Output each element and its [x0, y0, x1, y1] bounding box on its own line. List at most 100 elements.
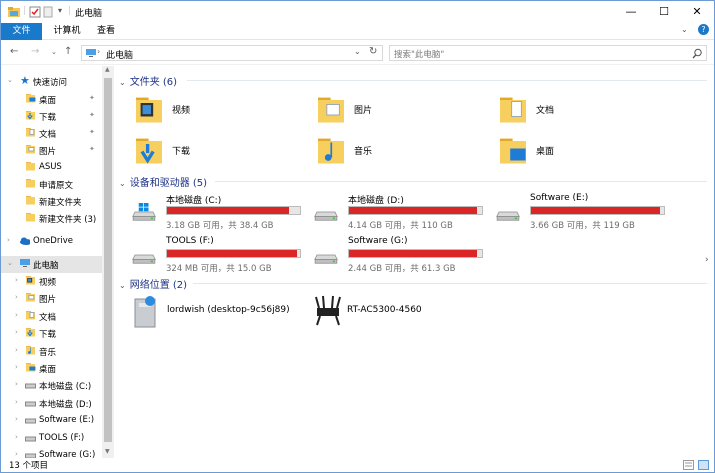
- expand-arrow-icon[interactable]: ›: [15, 328, 18, 336]
- help-icon[interactable]: ?: [698, 24, 709, 35]
- expand-arrow-icon[interactable]: ›: [15, 398, 18, 406]
- large-icons-view-icon[interactable]: [698, 460, 709, 470]
- group-drives-header[interactable]: ⌄ 设备和驱动器 (5): [119, 174, 207, 189]
- nav-pc-item[interactable]: › 本地磁盘 (D:): [1, 395, 102, 412]
- nav-pc-item[interactable]: › Software (E:): [1, 412, 102, 429]
- details-view-icon[interactable]: [683, 460, 694, 470]
- desktop-folder-icon: [26, 363, 36, 372]
- network-item[interactable]: lordwish (desktop-9c56j89): [131, 294, 306, 330]
- nav-quick-access[interactable]: ⌄ ★ 快速访问: [1, 73, 102, 90]
- breadcrumb-chevron-icon[interactable]: ›: [97, 47, 100, 56]
- drive-item[interactable]: Software (G:) 2.44 GB 可用，共 61.3 GB: [311, 236, 486, 278]
- documents-folder-icon: [26, 128, 35, 137]
- expand-arrow-icon[interactable]: ›: [15, 363, 18, 371]
- breadcrumb-this-pc[interactable]: 此电脑: [106, 48, 133, 61]
- drive-item[interactable]: Software (E:) 3.66 GB 可用，共 119 GB: [493, 193, 668, 235]
- nav-pc-item[interactable]: › TOOLS (F:): [1, 430, 102, 447]
- nav-pc-item[interactable]: › Software (G:): [1, 447, 102, 458]
- nav-pc-item[interactable]: › 视频: [1, 273, 102, 290]
- music-folder-icon: [26, 345, 35, 355]
- collapse-arrow-icon[interactable]: ⌄: [7, 76, 13, 84]
- expand-arrow-icon[interactable]: ›: [7, 236, 10, 244]
- explorer-icon[interactable]: [7, 6, 21, 18]
- group-collapse-icon[interactable]: ⌄: [119, 78, 126, 87]
- nav-quick-item[interactable]: 文档 ✦: [1, 125, 102, 142]
- nav-pc-item[interactable]: › 本地磁盘 (C:): [1, 377, 102, 394]
- nav-pc-item[interactable]: › 音乐: [1, 343, 102, 360]
- pin-icon[interactable]: ✦: [89, 128, 95, 136]
- folder-item[interactable]: 音乐: [317, 133, 477, 169]
- tab-computer[interactable]: 计算机: [47, 23, 87, 40]
- forward-icon[interactable]: →: [31, 46, 39, 57]
- address-dropdown-icon[interactable]: ⌄: [354, 47, 361, 56]
- scroll-down-icon[interactable]: ▼: [105, 448, 110, 455]
- recent-locations-icon[interactable]: ⌄: [51, 48, 57, 56]
- nav-scrollbar[interactable]: ▲ ▼: [102, 66, 114, 458]
- expand-arrow-icon[interactable]: ›: [15, 293, 18, 301]
- pin-icon[interactable]: ✦: [89, 111, 95, 119]
- nav-quick-item[interactable]: 新建文件夹: [1, 193, 102, 210]
- up-icon[interactable]: ↑: [64, 46, 72, 57]
- group-network-header[interactable]: ⌄ 网络位置 (2): [119, 276, 187, 291]
- nav-quick-item[interactable]: 申请原文: [1, 176, 102, 193]
- nav-label: ASUS: [39, 162, 62, 172]
- minimize-button[interactable]: —: [614, 1, 648, 23]
- drive-item[interactable]: 本地磁盘 (C:) 3.18 GB 可用，共 38.4 GB: [129, 193, 304, 235]
- expand-ribbon-icon[interactable]: ⌄: [681, 25, 688, 34]
- drive-item[interactable]: TOOLS (F:) 324 MB 可用，共 15.0 GB: [129, 236, 304, 278]
- drive-usage-fill: [349, 250, 477, 257]
- nav-quick-item[interactable]: 下载 ✦: [1, 108, 102, 125]
- address-bar[interactable]: › 此电脑 ⌄ ↻: [81, 45, 383, 61]
- expand-arrow-icon[interactable]: ›: [15, 276, 18, 284]
- group-divider: [215, 181, 707, 182]
- nav-label: 桌面: [39, 365, 57, 375]
- nav-pc-item[interactable]: › 桌面: [1, 360, 102, 377]
- back-icon[interactable]: ←: [10, 46, 18, 57]
- nav-this-pc[interactable]: ⌄ 此电脑: [1, 256, 102, 273]
- nav-pc-item[interactable]: › 图片: [1, 290, 102, 307]
- expand-arrow-icon[interactable]: ›: [15, 346, 18, 354]
- pin-icon[interactable]: ✦: [89, 94, 95, 102]
- folder-item[interactable]: 下载: [135, 133, 295, 169]
- group-collapse-icon[interactable]: ⌄: [119, 281, 126, 290]
- onedrive-cloud-icon: [20, 237, 30, 245]
- search-input[interactable]: 搜索"此电脑": [389, 45, 707, 61]
- collapse-arrow-icon[interactable]: ⌄: [7, 259, 13, 267]
- scroll-right-icon[interactable]: ›: [705, 255, 709, 265]
- expand-arrow-icon[interactable]: ›: [15, 450, 18, 458]
- folder-item[interactable]: 桌面: [499, 133, 659, 169]
- refresh-icon[interactable]: ↻: [369, 46, 377, 57]
- expand-arrow-icon[interactable]: ›: [15, 415, 18, 423]
- nav-quick-item[interactable]: ASUS: [1, 159, 102, 176]
- nav-onedrive[interactable]: › OneDrive: [1, 233, 102, 250]
- nav-pc-item[interactable]: › 下载: [1, 325, 102, 342]
- tab-file[interactable]: 文件: [1, 23, 42, 40]
- nav-pc-item[interactable]: › 文档: [1, 308, 102, 325]
- customize-toolbar-icon[interactable]: ▾: [58, 6, 62, 15]
- nav-quick-item[interactable]: 新建文件夹 (3): [1, 210, 102, 227]
- scrollbar-thumb[interactable]: [104, 78, 112, 442]
- maximize-button[interactable]: ☐: [647, 1, 681, 23]
- nav-quick-item[interactable]: 桌面 ✦: [1, 91, 102, 108]
- close-button[interactable]: ✕: [680, 1, 714, 23]
- properties-icon[interactable]: [29, 6, 41, 18]
- navigation-bar: ← → ⌄ ↑ › 此电脑 ⌄ ↻ 搜索"此电脑": [1, 41, 714, 65]
- folder-item[interactable]: 图片: [317, 92, 477, 128]
- new-folder-quick-icon[interactable]: [43, 6, 53, 18]
- group-collapse-icon[interactable]: ⌄: [119, 179, 126, 188]
- pin-icon[interactable]: ✦: [89, 145, 95, 153]
- scroll-up-icon[interactable]: ▲: [105, 66, 110, 73]
- group-folders-header[interactable]: ⌄ 文件夹 (6): [119, 73, 177, 88]
- item-count: 13 个项目: [9, 461, 49, 471]
- expand-arrow-icon[interactable]: ›: [15, 311, 18, 319]
- expand-arrow-icon[interactable]: ›: [15, 433, 18, 441]
- network-item[interactable]: RT-AC5300-4560: [311, 294, 486, 330]
- folder-item[interactable]: 文档: [499, 92, 659, 128]
- search-icon[interactable]: [692, 48, 703, 59]
- tab-view[interactable]: 查看: [91, 23, 121, 40]
- folder-item[interactable]: 视频: [135, 92, 295, 128]
- expand-arrow-icon[interactable]: ›: [15, 380, 18, 388]
- videos-folder-icon: [26, 276, 35, 285]
- drive-item[interactable]: 本地磁盘 (D:) 4.14 GB 可用，共 110 GB: [311, 193, 486, 235]
- nav-quick-item[interactable]: 图片 ✦: [1, 142, 102, 159]
